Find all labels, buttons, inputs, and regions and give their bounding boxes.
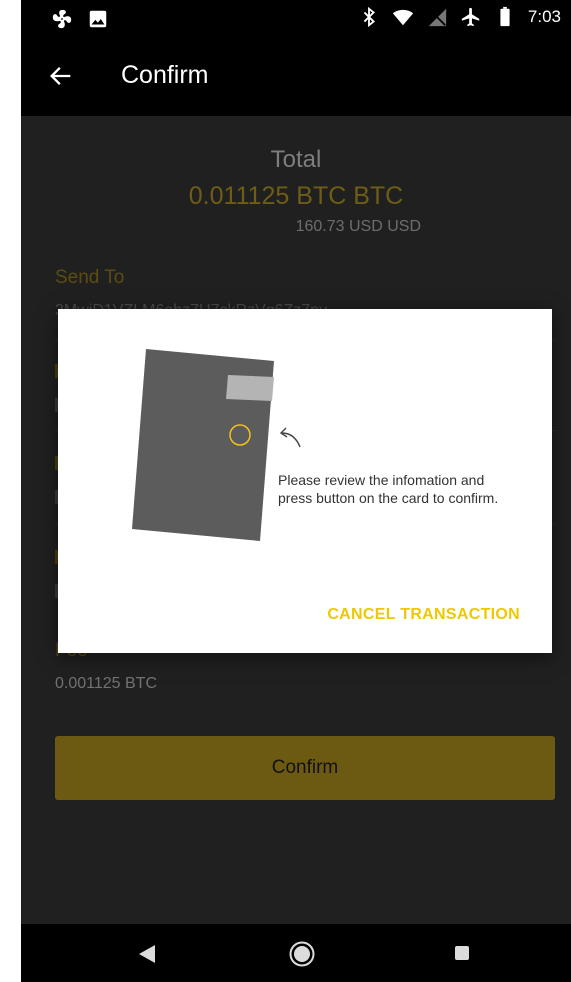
smart-card-illustration: [132, 349, 274, 541]
status-bar: 7:03: [21, 0, 571, 38]
app-bar: Confirm: [21, 38, 571, 116]
back-arrow-icon[interactable]: [47, 62, 75, 90]
total-usd-amount: 160.73 USD USD: [295, 218, 421, 235]
confirm-button[interactable]: Confirm: [55, 736, 555, 800]
nav-back-icon[interactable]: [139, 945, 155, 963]
total-label: Total: [270, 146, 322, 173]
phone-screen: 7:03 Confirm Total 0.011125 BTC BTC 160.…: [21, 0, 571, 982]
dialog-message: Please review the infomation and press b…: [278, 472, 499, 506]
fan-icon: [52, 9, 72, 29]
cancel-transaction-button[interactable]: CANCEL TRANSACTION: [327, 606, 520, 624]
fee-value: 0.001125 BTC: [55, 675, 157, 692]
status-time: 7:03: [527, 7, 561, 26]
page-title: Confirm: [121, 61, 209, 89]
wifi-icon: [392, 9, 413, 26]
airplane-icon: [461, 7, 480, 27]
send-to-label: Send To: [55, 267, 125, 288]
nav-home-icon[interactable]: [289, 941, 315, 967]
card-confirm-dialog: Please review the infomation and press b…: [58, 309, 552, 653]
status-right-icons: 7:03: [358, 6, 561, 28]
no-signal-icon: [428, 8, 447, 27]
battery-icon: [500, 6, 510, 27]
nav-recents-icon[interactable]: [455, 946, 469, 960]
curved-arrow-icon: [279, 427, 301, 448]
status-left-icons: [51, 8, 109, 30]
bluetooth-icon: [363, 6, 375, 28]
total-btc-amount: 0.011125 BTC BTC: [188, 182, 404, 210]
navigation-bar: [21, 924, 571, 982]
image-icon: [89, 10, 107, 28]
